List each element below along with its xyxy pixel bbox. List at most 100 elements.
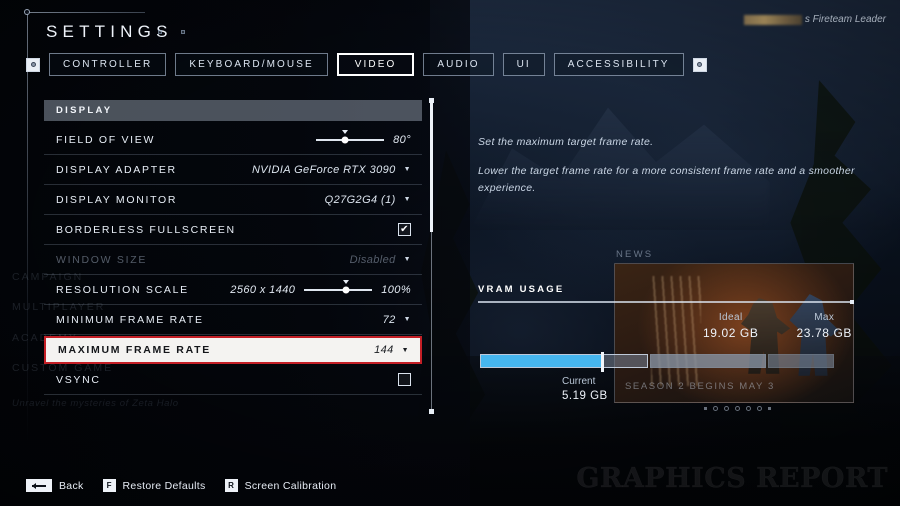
minimum-frame-rate-value: 72: [382, 313, 396, 326]
setting-row-window-size: WINDOW SIZE Disabled ▼: [44, 245, 422, 275]
news-pagination[interactable]: [704, 406, 771, 411]
section-header-display: DISPLAY: [44, 100, 422, 121]
resolution-scale-value: 100%: [381, 283, 411, 296]
chevron-down-icon: ▼: [403, 256, 411, 263]
vram-usage-title: VRAM USAGE: [478, 284, 565, 295]
setting-value[interactable]: Q27G2G4 (1) ▼: [325, 194, 411, 206]
title-dot-icon: [158, 30, 162, 34]
settings-rows: FIELD OF VIEW 80° DISPLAY ADAPTER NVIDIA…: [44, 125, 422, 395]
news-page-next-icon[interactable]: [768, 407, 771, 410]
fireteam-leader-label: s Fireteam Leader: [804, 14, 886, 25]
back-key-icon: [26, 479, 52, 492]
setting-value[interactable]: 72 ▼: [383, 314, 411, 326]
window-size-value: Disabled: [349, 253, 396, 266]
footer-restore-defaults-label: Restore Defaults: [122, 479, 206, 492]
chevron-down-icon[interactable]: ▼: [402, 347, 409, 354]
setting-label: MAXIMUM FRAME RATE: [58, 344, 211, 356]
description-line-1: Set the maximum target frame rate.: [478, 136, 654, 148]
setting-value[interactable]: 80°: [316, 129, 411, 146]
tab-keyboard-mouse[interactable]: KEYBOARD/MOUSE: [175, 53, 328, 76]
setting-label: DISPLAY ADAPTER: [56, 163, 177, 176]
fireteam-leader: s Fireteam Leader: [743, 14, 886, 25]
news-page-dot[interactable]: [735, 406, 740, 411]
setting-value[interactable]: 144 ▼: [374, 344, 409, 356]
tab-video[interactable]: VIDEO: [336, 53, 415, 76]
resolution-slider-tick-icon: [343, 279, 350, 284]
setting-value[interactable]: NVIDIA GeForce RTX 3090 ▼: [252, 164, 411, 176]
setting-row-minimum-frame-rate[interactable]: MINIMUM FRAME RATE 72 ▼: [44, 305, 422, 335]
title-decoration-dots: [158, 30, 185, 34]
vram-bar-current-segment: [480, 352, 648, 372]
vram-max-label: Max: [814, 312, 835, 323]
setting-row-resolution-scale[interactable]: RESOLUTION SCALE 2560 x 1440 100%: [44, 275, 422, 305]
scrollbar-cap-bottom-icon: [429, 409, 434, 414]
resolution-slider-track[interactable]: [304, 279, 373, 293]
news-page-dot[interactable]: [757, 406, 762, 411]
description-line-2: Lower the target frame rate for a more c…: [478, 165, 855, 194]
frame-vertical-line: [27, 12, 28, 442]
setting-row-maximum-frame-rate[interactable]: MAXIMUM FRAME RATE 144 ▼: [44, 336, 422, 364]
setting-description: Set the maximum target frame rate. Lower…: [478, 134, 870, 196]
setting-value[interactable]: 2560 x 1440 100%: [230, 279, 411, 296]
footer-screen-calibration[interactable]: R Screen Calibration: [224, 479, 337, 492]
setting-label: MINIMUM FRAME RATE: [56, 313, 204, 326]
prev-tab-button[interactable]: [26, 57, 40, 72]
setting-row-display-monitor[interactable]: DISPLAY MONITOR Q27G2G4 (1) ▼: [44, 185, 422, 215]
chevron-down-icon[interactable]: ▼: [404, 166, 411, 173]
vram-max-stat: Max 23.78 GB: [796, 312, 852, 340]
footer-back[interactable]: Back: [26, 479, 84, 492]
settings-tabs: CONTROLLER KEYBOARD/MOUSE VIDEO AUDIO UI…: [26, 53, 707, 76]
setting-label: VSYNC: [56, 373, 101, 386]
next-tab-button[interactable]: [692, 57, 707, 72]
news-page-dot[interactable]: [746, 406, 751, 411]
setting-row-borderless-fullscreen[interactable]: BORDERLESS FULLSCREEN ✔: [44, 215, 422, 245]
tab-controller[interactable]: CONTROLLER: [49, 53, 167, 76]
chevron-down-icon[interactable]: ▼: [404, 196, 411, 203]
tab-audio[interactable]: AUDIO: [423, 53, 494, 76]
setting-row-vsync[interactable]: VSYNC: [44, 365, 422, 395]
title-dot-icon: [181, 30, 185, 34]
news-page-dot[interactable]: [713, 406, 718, 411]
vram-ideal-label: Ideal: [718, 312, 743, 323]
fov-slider-tick-icon: [341, 129, 348, 134]
footer-back-label: Back: [59, 479, 84, 492]
display-monitor-value: Q27G2G4 (1): [324, 193, 396, 206]
page-title: SETTINGS: [46, 22, 173, 41]
fov-slider-track[interactable]: [316, 129, 385, 143]
scrollbar-thumb[interactable]: [430, 100, 433, 232]
news-page-dot[interactable]: [724, 406, 729, 411]
setting-value[interactable]: [398, 373, 411, 386]
f-key-icon: F: [102, 479, 116, 492]
r-key-icon: R: [224, 479, 238, 492]
fov-slider-knob[interactable]: [341, 136, 349, 143]
vsync-checkbox[interactable]: [398, 373, 411, 386]
vram-current-label: Current: [562, 376, 596, 387]
next-tab-icon: [697, 62, 703, 67]
vram-current-value: 5.19 GB: [562, 390, 608, 402]
setting-label: DISPLAY MONITOR: [56, 193, 178, 206]
setting-row-field-of-view[interactable]: FIELD OF VIEW 80°: [44, 125, 422, 155]
tab-ui[interactable]: UI: [502, 53, 545, 76]
news-label: NEWS: [616, 249, 654, 260]
vram-current-stat: Current 5.19 GB: [562, 376, 608, 402]
setting-value[interactable]: ✔: [398, 223, 411, 236]
prev-tab-icon: [30, 62, 36, 67]
vram-max-value: 23.78 GB: [796, 326, 852, 340]
vram-bar-fill: [481, 355, 601, 367]
footer-restore-defaults[interactable]: F Restore Defaults: [102, 479, 206, 492]
settings-scrollbar[interactable]: [429, 98, 434, 414]
resolution-scale-resolution: 2560 x 1440: [230, 283, 296, 296]
tab-accessibility[interactable]: ACCESSIBILITY: [553, 53, 684, 76]
resolution-slider-knob[interactable]: [342, 286, 350, 293]
vram-bar-current-marker: [600, 352, 604, 372]
redacted-player-name: [743, 14, 802, 25]
display-adapter-value: NVIDIA GeForce RTX 3090: [251, 163, 396, 176]
footer-actions: Back F Restore Defaults R Screen Calibra…: [26, 479, 336, 492]
watermark: Graphics Report: [576, 463, 888, 495]
borderless-fullscreen-checkbox[interactable]: ✔: [398, 223, 411, 236]
setting-row-display-adapter[interactable]: DISPLAY ADAPTER NVIDIA GeForce RTX 3090 …: [44, 155, 422, 185]
setting-value: Disabled ▼: [350, 254, 411, 266]
chevron-down-icon[interactable]: ▼: [404, 316, 411, 323]
news-page-prev-icon[interactable]: [704, 407, 707, 410]
vram-usage-bar: [480, 352, 834, 372]
